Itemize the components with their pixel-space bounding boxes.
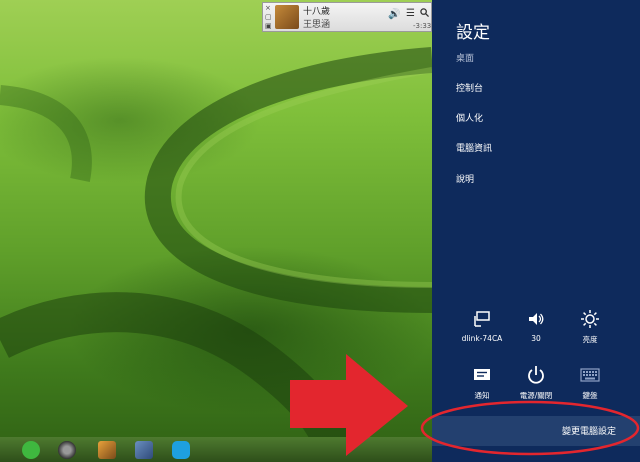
song-title: 十八歲	[303, 7, 331, 17]
menu-item-desktop[interactable]: 桌面	[456, 51, 474, 64]
menu-item-control-panel[interactable]: 控制台	[456, 81, 483, 94]
keyboard-tile[interactable]: 鍵盤	[558, 364, 622, 401]
player-controls: × ▢ ▣	[265, 4, 273, 31]
settings-charm-panel: 設定 桌面 控制台 個人化 電腦資訊 說明 dlink-74CA 30 亮度 通…	[432, 0, 640, 462]
photo-icon[interactable]	[135, 441, 153, 459]
restore-icon[interactable]: ▣	[265, 22, 273, 31]
window-icon[interactable]: ▢	[265, 13, 273, 22]
brightness-label: 亮度	[582, 335, 598, 344]
brightness-icon	[558, 308, 622, 330]
speaker-app-icon[interactable]	[58, 441, 76, 459]
album-cover[interactable]	[275, 5, 299, 29]
panel-title: 設定	[456, 23, 490, 43]
keyboard-icon	[558, 364, 622, 386]
search-icon[interactable]	[420, 8, 429, 20]
menu-item-help[interactable]: 說明	[456, 172, 474, 185]
change-pc-settings-label: 變更電腦設定	[561, 427, 616, 437]
taskbar	[0, 437, 432, 462]
menu-item-pc-info[interactable]: 電腦資訊	[456, 141, 492, 154]
list-icon[interactable]: ☰	[406, 8, 415, 19]
keyboard-label: 鍵盤	[582, 391, 598, 400]
paint-icon[interactable]	[98, 441, 116, 459]
close-icon[interactable]: ×	[265, 4, 273, 13]
artist-name: 王思涵	[303, 20, 331, 30]
brightness-tile[interactable]: 亮度	[558, 308, 622, 345]
mini-music-player: × ▢ ▣ 十八歲 王思涵 🔊 ☰ -3:33	[262, 2, 432, 32]
speaker-icon[interactable]: 🔊	[388, 9, 400, 20]
line-icon[interactable]	[22, 441, 40, 459]
skype-icon[interactable]	[172, 441, 190, 459]
menu-item-personalize[interactable]: 個人化	[456, 111, 483, 124]
change-pc-settings-button[interactable]: 變更電腦設定	[432, 416, 640, 446]
time-remaining: -3:33	[413, 22, 432, 30]
